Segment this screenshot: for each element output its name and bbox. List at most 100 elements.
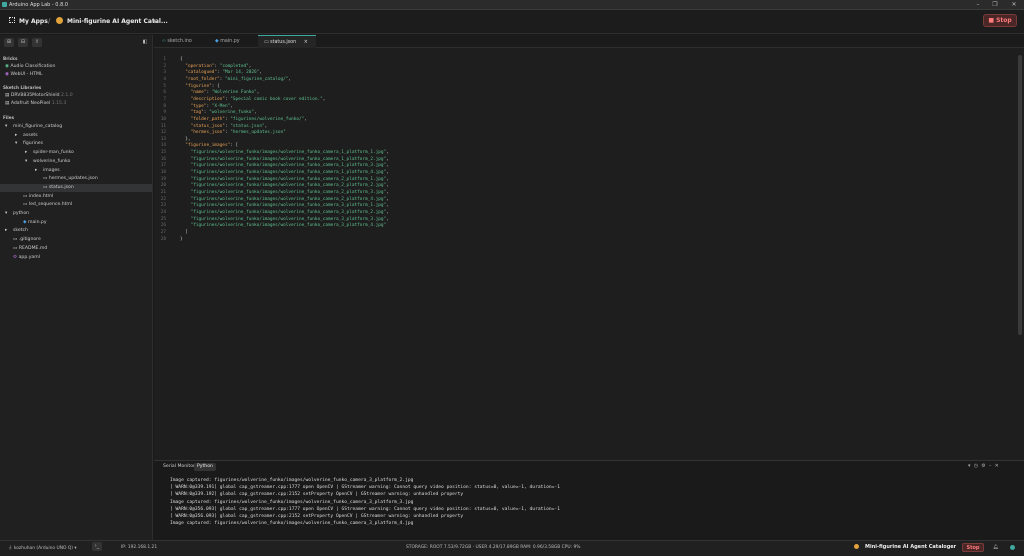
tree-arrow-icon[interactable]: ▸ xyxy=(35,167,43,175)
line-number: 1 xyxy=(163,57,166,62)
file-tree-item[interactable]: ▭ led_sequence.html xyxy=(0,201,152,209)
filter-icon[interactable]: ▾ xyxy=(968,463,971,469)
code-line[interactable]: "figurines/wolverine_funko/images/wolver… xyxy=(180,210,389,217)
code-line[interactable]: "catalogued": "Mar 14, 2026", xyxy=(180,70,262,77)
code-line[interactable]: "figurines/wolverine_funko/images/wolver… xyxy=(180,190,389,197)
code-line[interactable]: "figurines/wolverine_funko/images/wolver… xyxy=(180,223,387,230)
code-line[interactable]: "figurines/wolverine_funko/images/wolver… xyxy=(180,150,389,157)
code-icon: ‹› xyxy=(162,39,166,44)
sidebar: ⊞ ⊟ ⇪ ◧ Bricks ◉ Audio Classification ◉ … xyxy=(0,35,153,540)
bricks-section-title: Bricks xyxy=(3,56,18,61)
line-number: 6 xyxy=(163,90,166,96)
app-emoji-icon xyxy=(854,544,859,549)
log-line: [ WARN:0@339.192] global cap_gstreamer.c… xyxy=(170,492,464,498)
file-tree-item[interactable]: ⚙ app.yaml xyxy=(0,254,152,262)
file-tree-item[interactable]: ▸ images xyxy=(0,167,152,175)
tree-arrow-icon[interactable]: ▾ xyxy=(25,158,33,166)
file-tree-item[interactable]: ▾ wolverine_funko xyxy=(0,158,152,166)
tree-arrow-icon[interactable]: ▾ xyxy=(5,210,13,218)
title-bar: Arduino App Lab - 0.8.0 – ❐ ✕ xyxy=(0,0,1024,10)
python-icon: ◆ xyxy=(215,39,219,44)
file-tree-item[interactable]: ▾ figurines xyxy=(0,140,152,148)
code-line[interactable]: "tag": "wolverine_funko", xyxy=(180,110,257,117)
collapse-sidebar-icon[interactable]: ◧ xyxy=(140,38,150,47)
code-line[interactable]: { xyxy=(180,57,183,64)
library-name: DRV8835MotorShield xyxy=(10,93,60,98)
file-tree-item[interactable]: ▾ mini_figurine_catalog xyxy=(0,123,152,131)
notification-icon[interactable]: 🔔︎ xyxy=(993,545,999,550)
code-line[interactable]: "figurines/wolverine_funko/images/wolver… xyxy=(180,183,389,190)
code-line[interactable]: } xyxy=(180,237,183,244)
my-apps-link[interactable]: My Apps xyxy=(19,18,48,25)
status-stop-button[interactable]: Stop xyxy=(962,543,984,552)
file-tree-item[interactable]: ▾ python xyxy=(0,210,152,218)
file-tree-item[interactable]: ▸ sketch xyxy=(0,227,152,235)
library-version: 1.15.3 xyxy=(51,101,67,106)
tab-python[interactable]: Python xyxy=(194,463,216,471)
stop-button[interactable]: ■ Stop xyxy=(983,14,1017,27)
file-tree-item[interactable]: ▭ hermes_updates.json xyxy=(0,175,152,183)
close-panel-icon[interactable]: ✕ xyxy=(995,463,999,469)
code-line[interactable]: "name": "Wolverine Funko", xyxy=(180,90,260,97)
close-window-icon[interactable]: ✕ xyxy=(1008,1,1020,9)
file-tree-item[interactable]: ▭ .gitignore xyxy=(0,236,152,244)
tree-arrow-icon[interactable]: ▸ xyxy=(15,132,23,140)
file-tree-label: .gitignore xyxy=(18,237,41,243)
upload-icon[interactable]: ⇪ xyxy=(32,38,42,47)
editor-scrollbar[interactable] xyxy=(1018,55,1022,335)
tree-arrow-icon[interactable]: ▸ xyxy=(25,149,33,157)
brick-item[interactable]: ◉ WebUI - HTML xyxy=(0,71,152,79)
code-line[interactable]: "figurines/wolverine_funko/images/wolver… xyxy=(180,203,389,210)
code-line[interactable]: "root_folder": "mini_figurine_catalog/", xyxy=(180,77,291,84)
tab-sketch-ino[interactable]: ‹› sketch.ino xyxy=(156,35,208,48)
library-item[interactable]: ▤ Adafruit NeoPixel 1.15.3 xyxy=(0,100,152,108)
tree-arrow-icon[interactable]: ▸ xyxy=(5,227,13,235)
brick-item[interactable]: ◉ Audio Classification xyxy=(0,63,152,71)
file-tree-item[interactable]: ▭ index.html xyxy=(0,193,152,201)
settings-icon[interactable]: ⚙ xyxy=(981,463,985,469)
file-tree-label: figurines xyxy=(23,141,44,147)
file-tree-label: hermes_updates.json xyxy=(48,176,98,182)
code-line[interactable]: "figurines/wolverine_funko/images/wolver… xyxy=(180,163,389,170)
file-tree-item[interactable]: ▭ README.md xyxy=(0,245,152,253)
file-tree-item[interactable]: ▭ status.json xyxy=(0,183,152,192)
tree-arrow-icon[interactable]: ▾ xyxy=(15,140,23,148)
log-line: [ WARN:0@356.093] global cap_gstreamer.c… xyxy=(170,514,464,519)
file-tree-label: led_sequence.html xyxy=(28,202,73,208)
code-line[interactable]: "hermes_json": "hermes_updates.json" xyxy=(180,130,286,137)
maximize-icon[interactable]: ❐ xyxy=(989,1,1001,9)
file-tree-item[interactable]: ▸ assets xyxy=(0,132,152,140)
tree-arrow-icon[interactable]: ▾ xyxy=(5,123,13,131)
tab-status-json[interactable]: ▭ status.json × xyxy=(258,35,316,48)
breadcrumb-separator: / xyxy=(48,17,51,25)
line-number: 10 xyxy=(160,116,166,122)
tab-serial-monitor[interactable]: Serial Monitor xyxy=(160,463,198,471)
grid-icon[interactable] xyxy=(9,17,15,23)
running-app-name: Mini-figurine AI Agent Cataloger xyxy=(865,544,957,550)
terminal-icon[interactable]: ›_ xyxy=(92,542,102,551)
code-line[interactable]: "figurines/wolverine_funko/images/wolver… xyxy=(180,170,389,177)
library-version: 2.1.0 xyxy=(61,93,73,98)
new-file-icon[interactable]: ⊞ xyxy=(4,38,14,47)
minimize-panel-icon[interactable]: – xyxy=(989,463,992,469)
close-tab-icon[interactable]: × xyxy=(304,40,308,45)
board-label: kozhuhan (Arduino UNO Q) xyxy=(13,546,74,551)
log-line: Image captured: figurines/wolverine_funk… xyxy=(170,521,414,527)
timer-icon[interactable]: ◷ xyxy=(974,463,978,469)
new-folder-icon[interactable]: ⊟ xyxy=(18,38,28,47)
tab-main-py[interactable]: ◆ main.py xyxy=(209,35,257,48)
code-line[interactable]: ] xyxy=(180,230,188,237)
minimize-icon[interactable]: – xyxy=(972,1,984,9)
code-line[interactable]: "folder_path": "figurines/wolverine_funk… xyxy=(180,117,307,124)
library-name: Adafruit NeoPixel xyxy=(10,101,51,106)
file-tree-item[interactable]: ◆ main.py xyxy=(0,219,152,227)
file-tree-item[interactable]: ▸ spider-man_funko xyxy=(0,149,152,157)
file-tree-label: status.json xyxy=(48,184,74,190)
file-tree-label: wolverine_funko xyxy=(33,158,71,164)
chevron-down-icon[interactable]: ▾ xyxy=(153,19,156,25)
file-tree-label: README.md xyxy=(18,245,48,251)
board-selector[interactable]: ⏚ kozhuhan (Arduino UNO Q) ▾ xyxy=(8,545,77,551)
library-item[interactable]: ▤ DRV8835MotorShield 2.1.0 xyxy=(0,92,152,100)
file-tree-label: mini_figurine_catalog xyxy=(13,124,63,129)
code-line[interactable]: "description": "Special comic book cover… xyxy=(180,97,326,104)
